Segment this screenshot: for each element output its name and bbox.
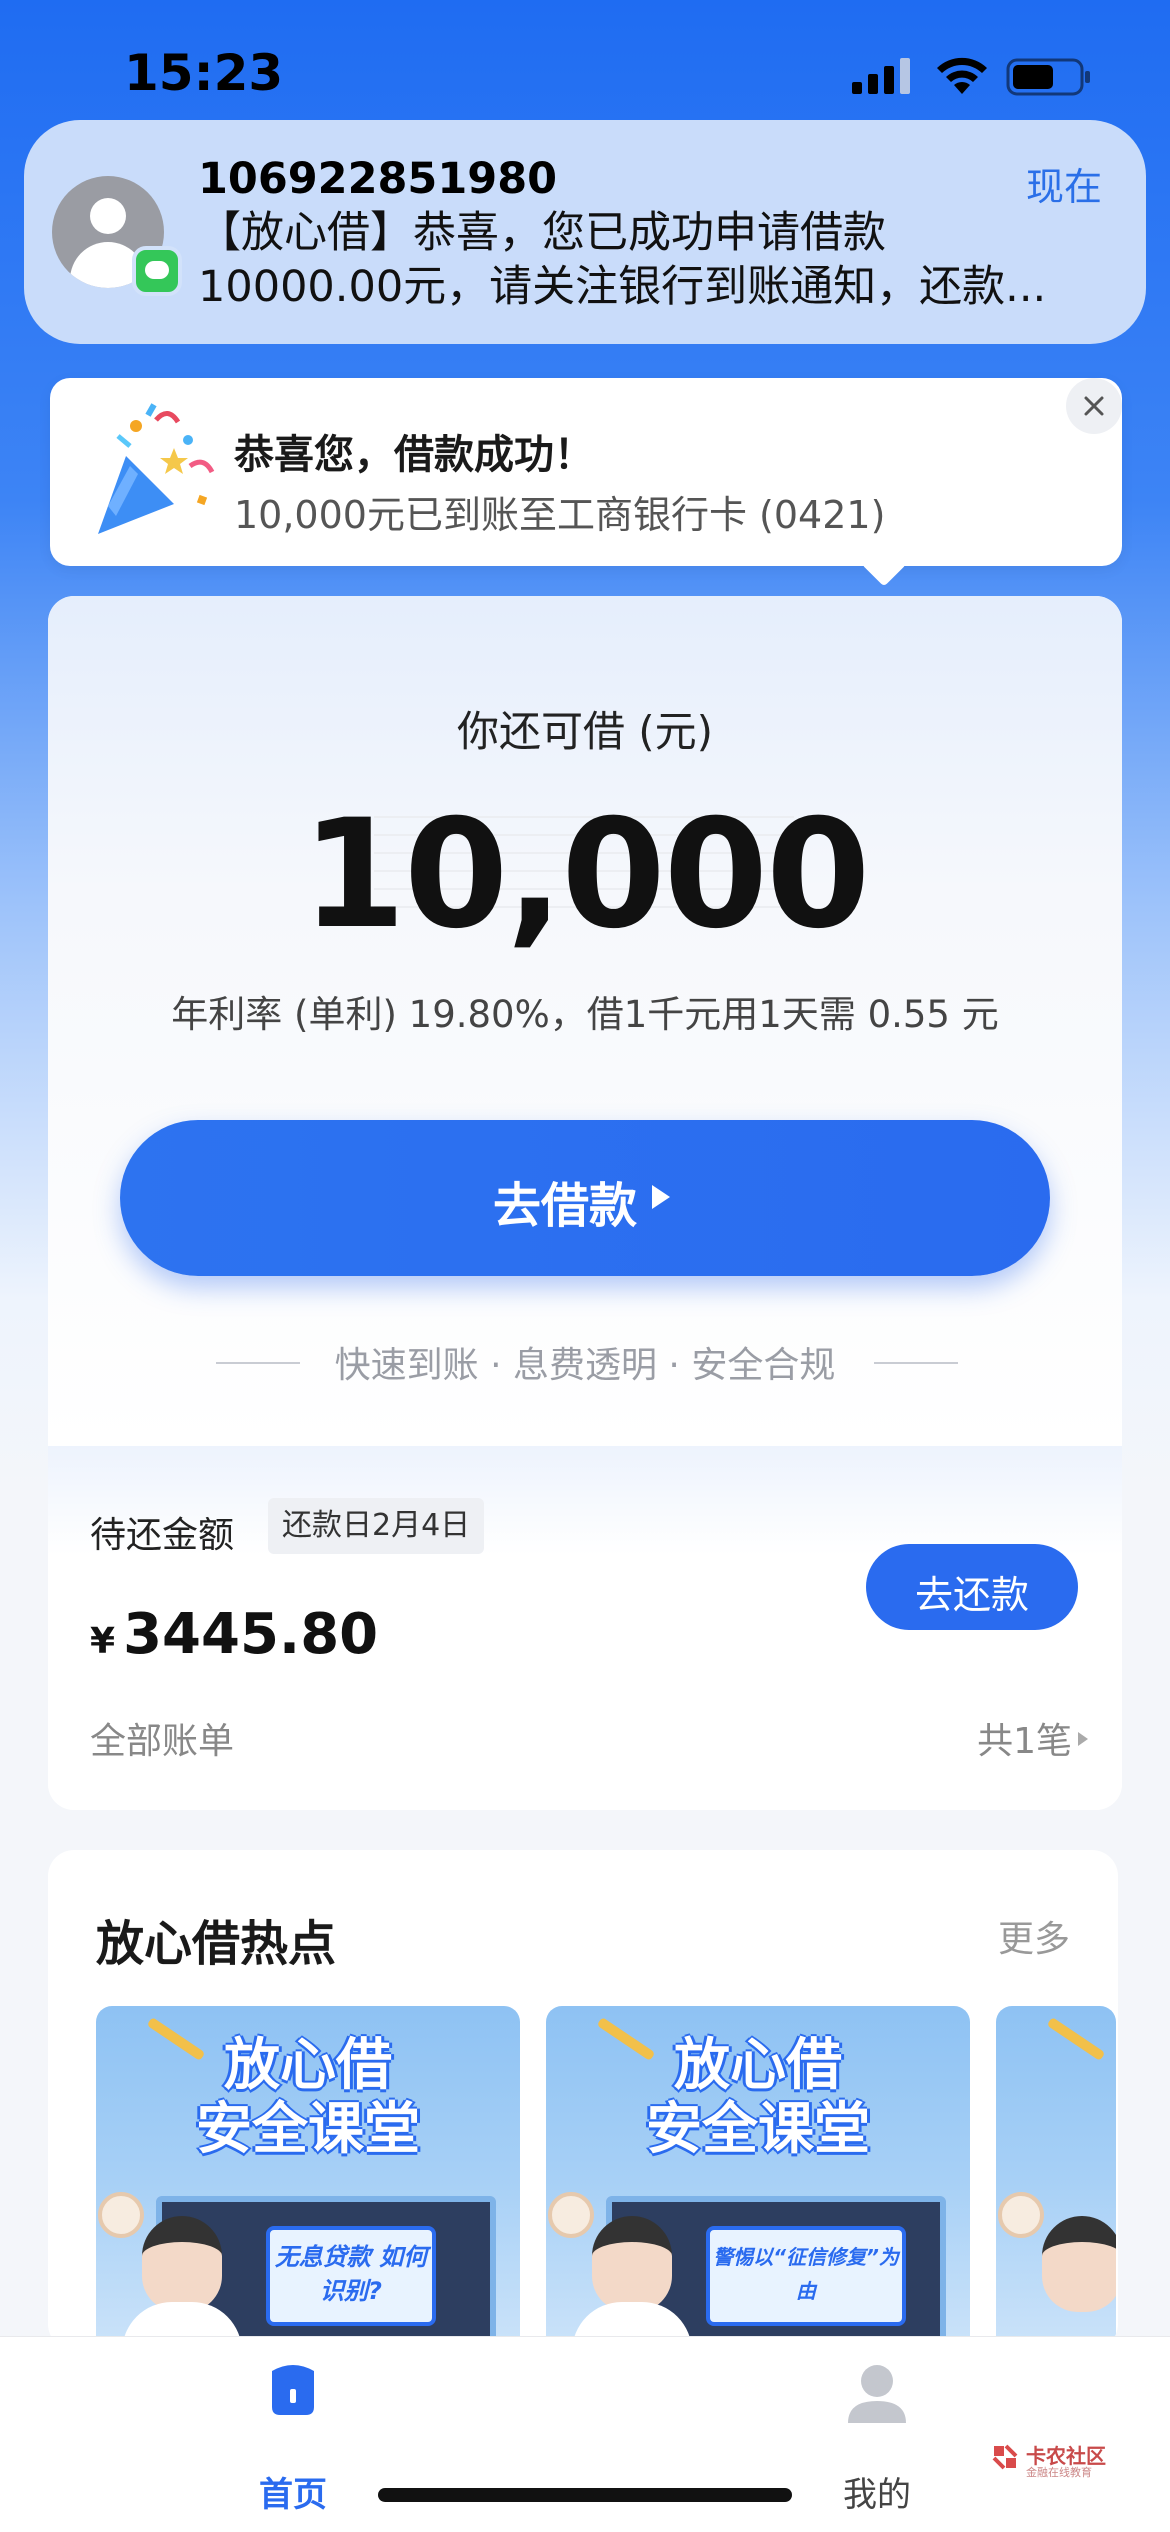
hot-topic-card[interactable]: 放心借 安全课堂 警惕以“征信修复”为由 xyxy=(546,2006,970,2350)
slogan-divider-right xyxy=(874,1362,958,1364)
loan-card: 你还可借 (元) 10,000 年利率 (单利) 19.80%，借1千元用1天需… xyxy=(48,596,1122,1810)
hot-topics-card: 放心借热点 更多 放心借 安全课堂 无息贷款 如何识别? 放心借 安全课堂 警惕… xyxy=(48,1850,1118,2350)
toast-title: 恭喜您，借款成功！ xyxy=(234,432,594,478)
borrow-button-label: 去借款 xyxy=(492,1178,637,1234)
repayment-amount: ¥3445.80 xyxy=(90,1602,378,1667)
status-time: 15:23 xyxy=(124,44,284,102)
chevron-right-icon xyxy=(1078,1732,1088,1746)
tab-bar: 首页 我的 xyxy=(0,2336,1170,2532)
board-sign: 无息贷款 如何识别? xyxy=(266,2226,436,2326)
status-bar: 15:23 xyxy=(0,0,1170,120)
notification-time: 现在 xyxy=(1025,165,1102,209)
available-amount: 10,000 xyxy=(301,788,871,962)
all-bills-link[interactable]: 全部账单 xyxy=(90,1712,234,1764)
borrow-button[interactable]: 去借款 xyxy=(120,1120,1050,1276)
toast-subtitle: 10,000元已到账至工商银行卡 (0421) xyxy=(234,493,886,537)
board-text: 无息贷款 如何识别? xyxy=(274,2243,428,2305)
hot-topic-card[interactable]: 放心借 安全课堂 无息贷款 如何识别? xyxy=(96,2006,520,2350)
notification-line-2: 10000.00元，请关注银行到账通知，还款... xyxy=(198,262,1047,312)
teacher-illustration xyxy=(142,2216,222,2312)
pencil-icon xyxy=(1046,2016,1106,2062)
teacher-illustration xyxy=(592,2216,672,2312)
board-text: 警惕以“征信修复”为由 xyxy=(713,2245,899,2303)
repayment-label: 待还金额 xyxy=(90,1515,235,1556)
notification-body: 【放心借】恭喜，您已成功申请借款 10000.00元，请关注银行到账通知，还款.… xyxy=(198,206,1118,314)
cellular-signal-icon xyxy=(852,58,910,94)
watermark-tagline: 金融在线教育 xyxy=(1026,2466,1092,2479)
party-popper-icon xyxy=(98,403,215,534)
available-label: 你还可借 (元) xyxy=(456,707,714,756)
slogan: 快速到账 · 息费透明 · 安全合规 xyxy=(334,1345,836,1386)
hot-topic-card-partial[interactable] xyxy=(996,2006,1116,2350)
more-link[interactable]: 更多 xyxy=(998,1910,1070,1962)
repayment-section: 待还金额 还款日2月4日 ¥3445.80 去还款 全部账单 共1笔 xyxy=(48,1446,1122,1810)
tab-home-label: 首页 xyxy=(259,2475,327,2515)
repay-button[interactable]: 去还款 xyxy=(866,1544,1078,1630)
battery-icon xyxy=(1006,58,1090,96)
currency-symbol: ¥ xyxy=(90,1621,116,1662)
tab-mine-label: 我的 xyxy=(843,2475,911,2515)
user-icon xyxy=(848,2365,906,2423)
watermark: 卡农社区 金融在线教育 xyxy=(990,2440,1120,2484)
teacher-illustration xyxy=(1042,2216,1116,2312)
loan-success-toast: 恭喜您，借款成功！ 10,000元已到账至工商银行卡 (0421) xyxy=(50,378,1122,566)
notification-line-1: 【放心借】恭喜，您已成功申请借款 xyxy=(198,208,886,258)
kanong-logo-icon xyxy=(992,2444,1018,2470)
close-icon xyxy=(1084,396,1104,416)
thumb-title-2: 安全课堂 xyxy=(646,2097,870,2162)
toast-close-button[interactable] xyxy=(1066,378,1122,434)
available-credit-section: 你还可借 (元) 10,000 年利率 (单利) 19.80%，借1千元用1天需… xyxy=(48,596,1122,1446)
thumb-title-2: 安全课堂 xyxy=(196,2097,420,2162)
messages-app-icon xyxy=(132,246,182,296)
sms-notification-banner[interactable]: 106922851980 现在 【放心借】恭喜，您已成功申请借款 10000.0… xyxy=(24,120,1146,344)
board-sign: 警惕以“征信修复”为由 xyxy=(706,2226,906,2326)
hot-topics-title: 放心借热点 xyxy=(96,1916,337,1972)
home-icon xyxy=(272,2365,314,2415)
bill-count-link[interactable]: 共1笔 xyxy=(977,1712,1072,1764)
clock-icon xyxy=(98,2192,144,2238)
repay-button-label: 去还款 xyxy=(914,1573,1029,1617)
repayment-amount-value: 3445.80 xyxy=(123,1602,379,1667)
clock-icon xyxy=(998,2192,1044,2238)
notification-sender: 106922851980 xyxy=(198,154,558,204)
wifi-icon xyxy=(937,57,987,94)
interest-rate-text: 年利率 (单利) 19.80%，借1千元用1天需 0.55 元 xyxy=(171,993,999,1036)
play-arrow-icon xyxy=(652,1185,670,1209)
clock-icon xyxy=(548,2192,594,2238)
repayment-due-date-badge: 还款日2月4日 xyxy=(268,1498,485,1554)
home-indicator[interactable] xyxy=(378,2488,792,2502)
